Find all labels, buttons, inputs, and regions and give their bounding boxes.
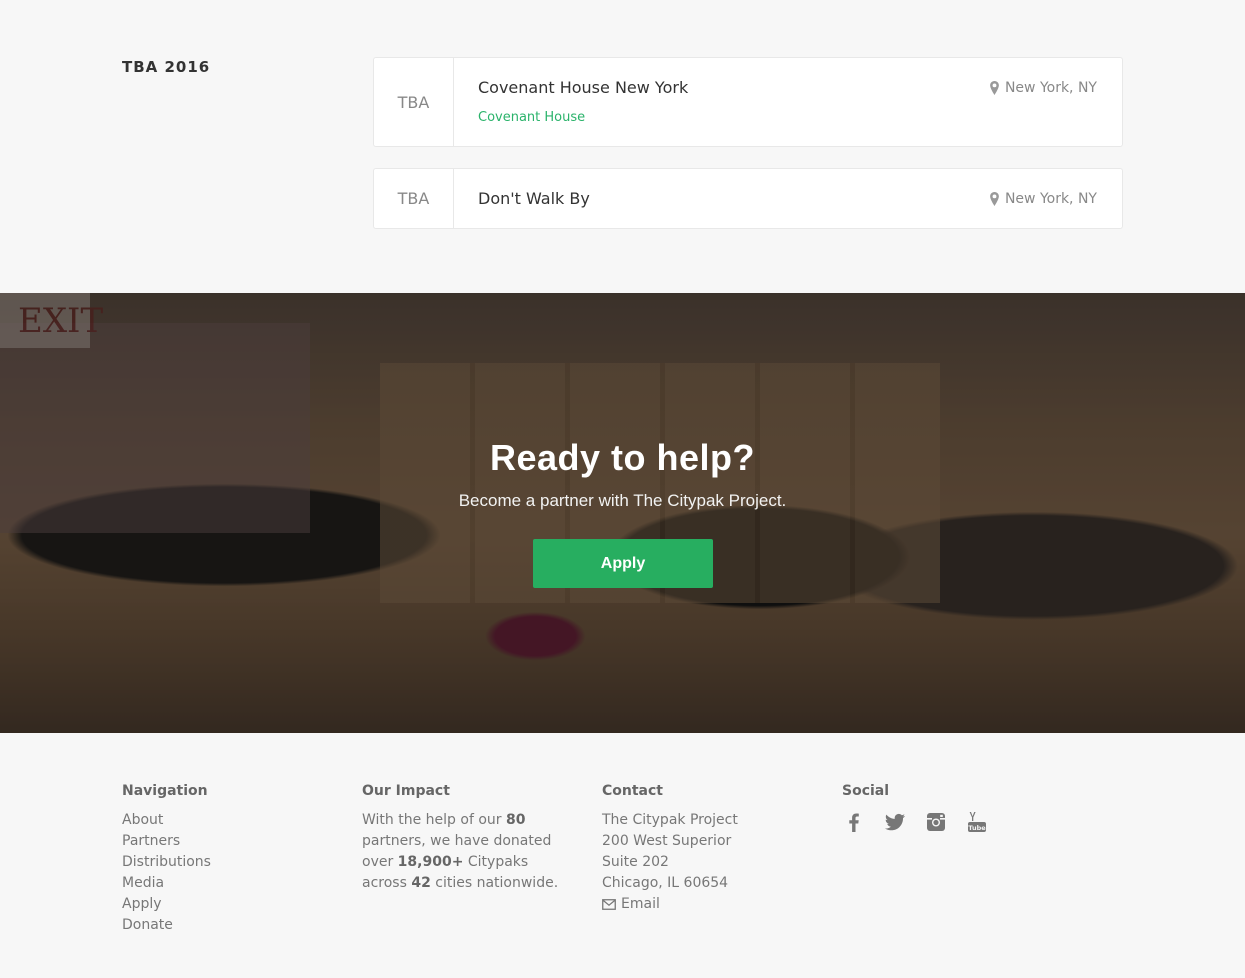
event-org-link[interactable]: Covenant House [478,110,585,125]
citypaks-count: 18,900+ [397,854,464,870]
footer-link-distributions[interactable]: Distributions [122,854,211,870]
footer-link-partners[interactable]: Partners [122,833,180,849]
contact-address-1: 200 West Superior [602,833,732,849]
footer-nav-heading: Navigation [122,783,208,799]
footer-social-heading: Social [842,783,890,799]
youtube-icon[interactable]: Tube [965,810,989,834]
footer-navigation: Navigation About Partners Distributions … [122,782,332,936]
event-location-text: New York, NY [1004,80,1097,96]
event-title[interactable]: Covenant House New York [478,78,688,97]
event-location: New York, NY [990,191,1097,207]
contact-address-2: Suite 202 [602,854,669,870]
event-location: New York, NY [990,80,1097,96]
map-pin-icon [990,192,999,206]
event-location-text: New York, NY [1004,191,1097,207]
event-date: TBA [374,58,454,146]
footer: Navigation About Partners Distributions … [0,733,1245,978]
footer-contact-heading: Contact [602,783,663,799]
footer-social: Social Tube [842,782,1052,834]
footer-impact: Our Impact With the help of our 80 partn… [362,782,567,894]
footer-link-apply[interactable]: Apply [122,896,162,912]
email-link[interactable]: Email [602,894,812,915]
impact-text-part: cities nationwide. [430,875,559,891]
footer-link-media[interactable]: Media [122,875,164,891]
impact-text-part: With the help of our [362,812,506,828]
event-title[interactable]: Don't Walk By [478,189,590,208]
footer-impact-heading: Our Impact [362,783,450,799]
apply-button[interactable]: Apply [533,539,713,588]
hero-title: Ready to help? [489,437,756,478]
envelope-icon [602,899,616,910]
contact-name: The Citypak Project [602,812,738,828]
year-label: TBA 2016 [122,58,211,76]
hero-subtitle: Become a partner with The Citypak Projec… [458,491,787,510]
facebook-icon[interactable] [842,810,866,834]
svg-text:Tube: Tube [968,824,986,832]
partners-count: 80 [505,812,526,828]
email-label: Email [621,896,660,912]
footer-link-donate[interactable]: Donate [122,917,173,933]
cities-count: 42 [411,875,431,891]
event-card[interactable]: TBA Don't Walk By New York, NY [373,168,1123,229]
footer-link-about[interactable]: About [122,812,163,828]
footer-contact: Contact The Citypak Project 200 West Sup… [602,782,812,915]
event-card[interactable]: TBA Covenant House New York Covenant Hou… [373,57,1123,147]
schedule-section: TBA 2016 TBA Covenant House New York Cov… [0,0,1245,293]
social-icons: Tube [842,810,1052,834]
twitter-icon[interactable] [883,810,907,834]
hero-content: Ready to help? Become a partner with The… [0,293,1245,733]
map-pin-icon [990,81,999,95]
event-date: TBA [374,169,454,228]
instagram-icon[interactable] [924,810,948,834]
contact-city: Chicago, IL 60654 [602,875,729,891]
impact-text: With the help of our 80 partners, we hav… [362,810,567,894]
cta-hero: EXIT Ready to help? Become a partner wit… [0,293,1245,733]
